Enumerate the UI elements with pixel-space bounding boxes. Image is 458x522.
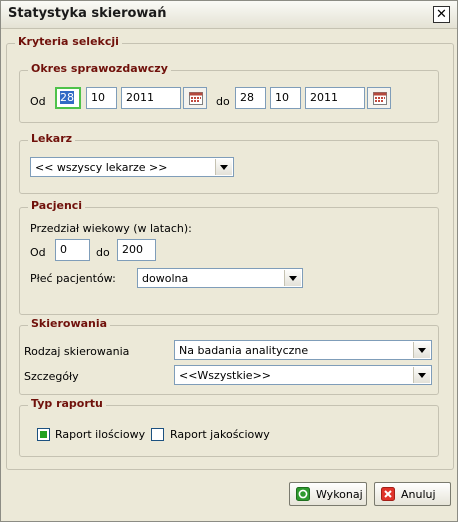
report-type-legend: Typ raportu [28, 397, 106, 410]
to-day-field[interactable]: 28 [235, 87, 266, 109]
calendar-icon [189, 92, 203, 105]
chevron-down-icon[interactable] [413, 342, 430, 358]
gender-select-value: dowolna [142, 272, 189, 285]
to-month-field[interactable]: 10 [270, 87, 301, 109]
title-bar[interactable]: Statystyka skierowań ✕ [1, 1, 457, 29]
referral-type-value: Na badania analityczne [179, 344, 309, 357]
age-from-field[interactable]: 0 [55, 239, 90, 261]
period-to-label: do [216, 95, 230, 108]
report-type-group: Typ raportu Raport ilościowy Raport jako… [19, 397, 439, 457]
period-from-label: Od [30, 95, 46, 108]
patients-group: Pacjenci Przedział wiekowy (w latach): O… [19, 199, 439, 315]
qualitative-report-checkbox[interactable] [151, 428, 164, 441]
details-select[interactable]: <<Wszystkie>> [174, 365, 432, 385]
age-range-label: Przedział wiekowy (w latach): [30, 222, 192, 235]
doctor-group: Lekarz << wszyscy lekarze >> [19, 132, 439, 194]
to-year-field[interactable]: 2011 [305, 87, 365, 109]
close-icon[interactable]: ✕ [433, 6, 450, 23]
gender-label: Płeć pacjentów: [30, 272, 116, 285]
to-calendar-button[interactable] [367, 87, 391, 109]
from-calendar-button[interactable] [183, 87, 207, 109]
chevron-down-icon[interactable] [413, 367, 430, 383]
period-legend: Okres sprawozdawczy [28, 62, 171, 75]
patients-legend: Pacjenci [28, 199, 86, 212]
execute-icon [296, 487, 310, 501]
doctor-select-value: << wszyscy lekarze >> [35, 161, 168, 174]
cancel-button[interactable]: Anuluj [374, 482, 451, 506]
details-label: Szczegóły [24, 370, 79, 383]
criteria-legend: Kryteria selekcji [15, 35, 122, 48]
from-month-field[interactable]: 10 [86, 87, 117, 109]
cancel-icon [381, 487, 395, 501]
cancel-button-label: Anuluj [401, 488, 436, 501]
criteria-group: Kryteria selekcji Okres sprawozdawczy Od… [6, 35, 454, 470]
qualitative-report-label[interactable]: Raport jakościowy [170, 428, 270, 441]
dialog-window: Statystyka skierowań ✕ Kryteria selekcji… [0, 0, 458, 522]
quantitative-report-checkbox[interactable] [37, 428, 50, 441]
referral-type-select[interactable]: Na badania analityczne [174, 340, 432, 360]
calendar-icon [373, 92, 387, 105]
quantitative-report-label[interactable]: Raport ilościowy [55, 428, 145, 441]
referrals-legend: Skierowania [28, 317, 111, 330]
period-group: Okres sprawozdawczy Od 28 10 2011 do 28 … [19, 62, 439, 123]
doctor-legend: Lekarz [28, 132, 76, 145]
age-to-field[interactable]: 200 [117, 239, 156, 261]
age-to-label: do [96, 246, 110, 259]
from-day-field[interactable]: 28 [55, 87, 81, 109]
age-from-label: Od [30, 246, 46, 259]
chevron-down-icon[interactable] [215, 159, 232, 175]
referrals-group: Skierowania Rodzaj skierowania Na badani… [19, 317, 439, 395]
from-year-field[interactable]: 2011 [121, 87, 181, 109]
execute-button-label: Wykonaj [316, 488, 363, 501]
window-title: Statystyka skierowań [8, 6, 167, 21]
execute-button[interactable]: Wykonaj [289, 482, 367, 506]
referral-type-label: Rodzaj skierowania [24, 345, 130, 358]
details-value: <<Wszystkie>> [179, 369, 271, 382]
gender-select[interactable]: dowolna [137, 268, 303, 288]
chevron-down-icon[interactable] [284, 270, 301, 286]
doctor-select[interactable]: << wszyscy lekarze >> [30, 157, 234, 177]
